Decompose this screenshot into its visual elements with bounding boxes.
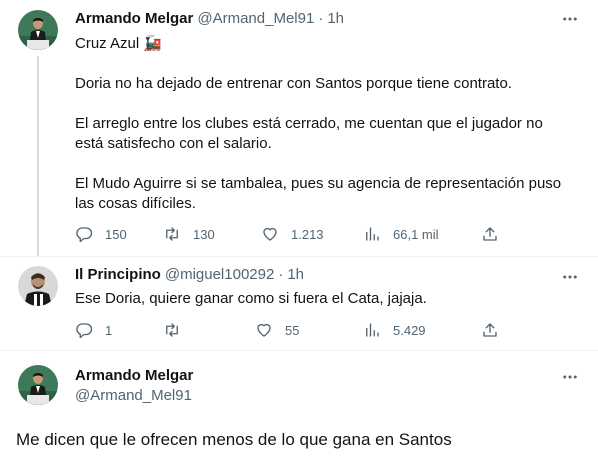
display-name[interactable]: Armando Melgar — [75, 10, 193, 27]
tweet-line: Cruz Azul 🚂 — [75, 34, 582, 54]
more-options-button[interactable] — [558, 266, 582, 288]
tweet-subheader: @Armand_Mel91 — [75, 387, 582, 407]
avatar[interactable] — [18, 365, 58, 405]
tweet-line: está satisfecho con el salario. — [75, 135, 272, 152]
like-button[interactable]: 1.213 — [261, 222, 324, 246]
tweet-text: Cruz Azul 🚂 Doria no ha dejado de entren… — [75, 34, 582, 214]
retweet-button[interactable]: 130 — [163, 222, 215, 246]
views-count: 66,1 mil — [393, 226, 439, 242]
user-handle[interactable]: @miguel100292 — [165, 266, 274, 283]
views-icon — [366, 323, 379, 337]
more-options-button[interactable] — [558, 8, 582, 30]
retweet-icon — [166, 227, 178, 241]
separator-dot: · — [278, 266, 284, 283]
tweet-3[interactable]: Armando Melgar @Armand_Mel91 Me dicen qu… — [0, 351, 598, 459]
more-icon — [563, 375, 577, 379]
reply-button[interactable]: 150 — [75, 222, 127, 246]
user-handle[interactable]: @Armand_Mel91 — [197, 10, 314, 27]
reply-icon — [76, 323, 93, 339]
tweet-actions: 1 55 5.429 — [75, 318, 505, 342]
display-name[interactable]: Armando Melgar — [75, 367, 193, 384]
retweet-icon — [166, 323, 178, 337]
share-icon — [483, 227, 497, 241]
retweet-button[interactable] — [163, 318, 193, 342]
avatar-image — [18, 266, 58, 306]
timestamp[interactable]: 1h — [327, 10, 344, 27]
display-name[interactable]: Il Principino — [75, 266, 161, 283]
like-count: 55 — [285, 322, 300, 338]
avatar-image — [18, 10, 58, 50]
views-icon — [366, 227, 379, 241]
reply-count: 150 — [105, 226, 127, 242]
views-count: 5.429 — [393, 322, 426, 338]
tweet-header: Armando Melgar — [75, 367, 582, 387]
share-icon — [483, 323, 497, 337]
share-button[interactable] — [481, 222, 499, 246]
tweet-line: Doria no ha dejado de entrenar con Santo… — [75, 75, 512, 92]
avatar-image — [18, 365, 58, 405]
tweet-text: Me dicen que le ofrecen menos de lo que … — [16, 430, 452, 449]
views-button[interactable]: 5.429 — [363, 318, 426, 342]
tweet-line-label: Cruz Azul 🚂 — [75, 35, 163, 52]
user-handle[interactable]: @Armand_Mel91 — [75, 387, 192, 404]
avatar[interactable] — [18, 10, 58, 50]
separator-dot: · — [318, 10, 324, 27]
like-count: 1.213 — [291, 226, 324, 242]
like-button[interactable]: 55 — [255, 318, 299, 342]
retweet-count: 130 — [193, 226, 215, 242]
timestamp[interactable]: 1h — [287, 266, 304, 283]
tweet-header: Armando Melgar @Armand_Mel91 · 1h — [75, 10, 582, 30]
more-icon — [563, 17, 577, 21]
views-button[interactable]: 66,1 mil — [363, 222, 439, 246]
reply-button[interactable]: 1 — [75, 318, 112, 342]
more-options-button[interactable] — [558, 366, 582, 388]
tweet-1[interactable]: Armando Melgar @Armand_Mel91 · 1h Cruz A… — [0, 0, 598, 256]
tweet-text: Ese Doria, quiere ganar como si fuera el… — [75, 290, 427, 307]
more-icon — [563, 275, 577, 279]
tweet-line: las cosas difíciles. — [75, 195, 196, 212]
tweet-2[interactable]: Il Principino @miguel100292 · 1h Ese Dor… — [0, 257, 598, 350]
like-icon — [263, 227, 277, 241]
like-icon — [257, 323, 271, 337]
tweet-line: El Mudo Aguirre si se tambalea, pues su … — [75, 175, 562, 192]
thread-line — [37, 56, 39, 256]
tweet-actions: 150 130 1.213 66,1 mil — [75, 222, 505, 246]
tweet-header: Il Principino @miguel100292 · 1h — [75, 266, 582, 286]
reply-count: 1 — [105, 322, 113, 338]
reply-icon — [76, 227, 93, 243]
share-button[interactable] — [481, 318, 499, 342]
avatar[interactable] — [18, 266, 58, 306]
tweet-line: El arreglo entre los clubes está cerrado… — [75, 115, 543, 132]
